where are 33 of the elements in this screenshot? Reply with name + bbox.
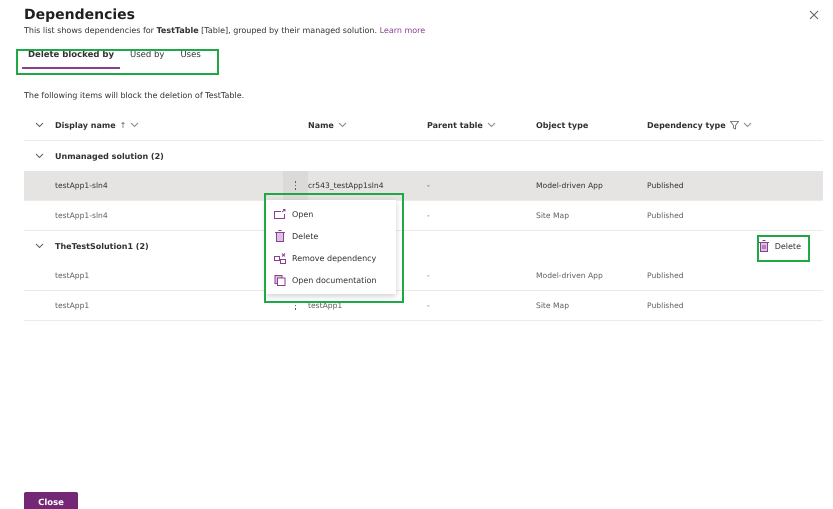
filter-icon	[730, 120, 739, 130]
documents-icon	[274, 274, 286, 286]
column-header[interactable]: Dependency type	[647, 120, 726, 130]
column-header[interactable]: Display name	[55, 120, 116, 130]
highlight-frame	[757, 235, 810, 262]
description-text: This list shows dependencies for TestTable [Table], grouped by their managed solution.	[24, 26, 378, 35]
learn-more-link[interactable]: Learn more	[380, 26, 426, 35]
sort-arrow: ↑	[120, 120, 126, 130]
column-header[interactable]: Object type	[536, 120, 588, 130]
tab[interactable]: Used by	[124, 46, 170, 69]
tab[interactable]: Uses	[174, 46, 207, 69]
tab[interactable]: Delete blocked by	[22, 46, 120, 69]
group-title: Unmanaged solution (2)	[55, 152, 165, 160]
remove-link-icon	[274, 252, 286, 264]
group-title: TheTestSolution1 (2)	[55, 242, 150, 250]
chevron-down-icon[interactable]	[486, 122, 496, 128]
open-icon	[274, 209, 286, 219]
dialog-title: Dependencies	[24, 7, 136, 23]
column-header[interactable]: Name	[308, 120, 334, 130]
info-text: The following items will block the deletion of TestTable.	[24, 91, 246, 100]
menu-item[interactable]: Open	[266, 203, 396, 225]
menu-item[interactable]: Remove dependency	[266, 247, 396, 269]
delete-button[interactable]: Delete	[752, 236, 807, 256]
chevron-down-icon[interactable]	[742, 122, 752, 128]
close-button[interactable]: Close	[24, 492, 78, 509]
close-icon[interactable]	[807, 8, 821, 22]
trash-icon	[274, 230, 286, 242]
menu-item[interactable]: Delete	[266, 225, 396, 247]
chevron-down-icon[interactable]	[130, 122, 140, 128]
trash-icon	[758, 240, 769, 252]
menu-item[interactable]: Open documentation	[266, 269, 396, 291]
chevron-down-icon[interactable]	[338, 122, 347, 128]
column-header[interactable]: Parent table	[427, 120, 483, 130]
